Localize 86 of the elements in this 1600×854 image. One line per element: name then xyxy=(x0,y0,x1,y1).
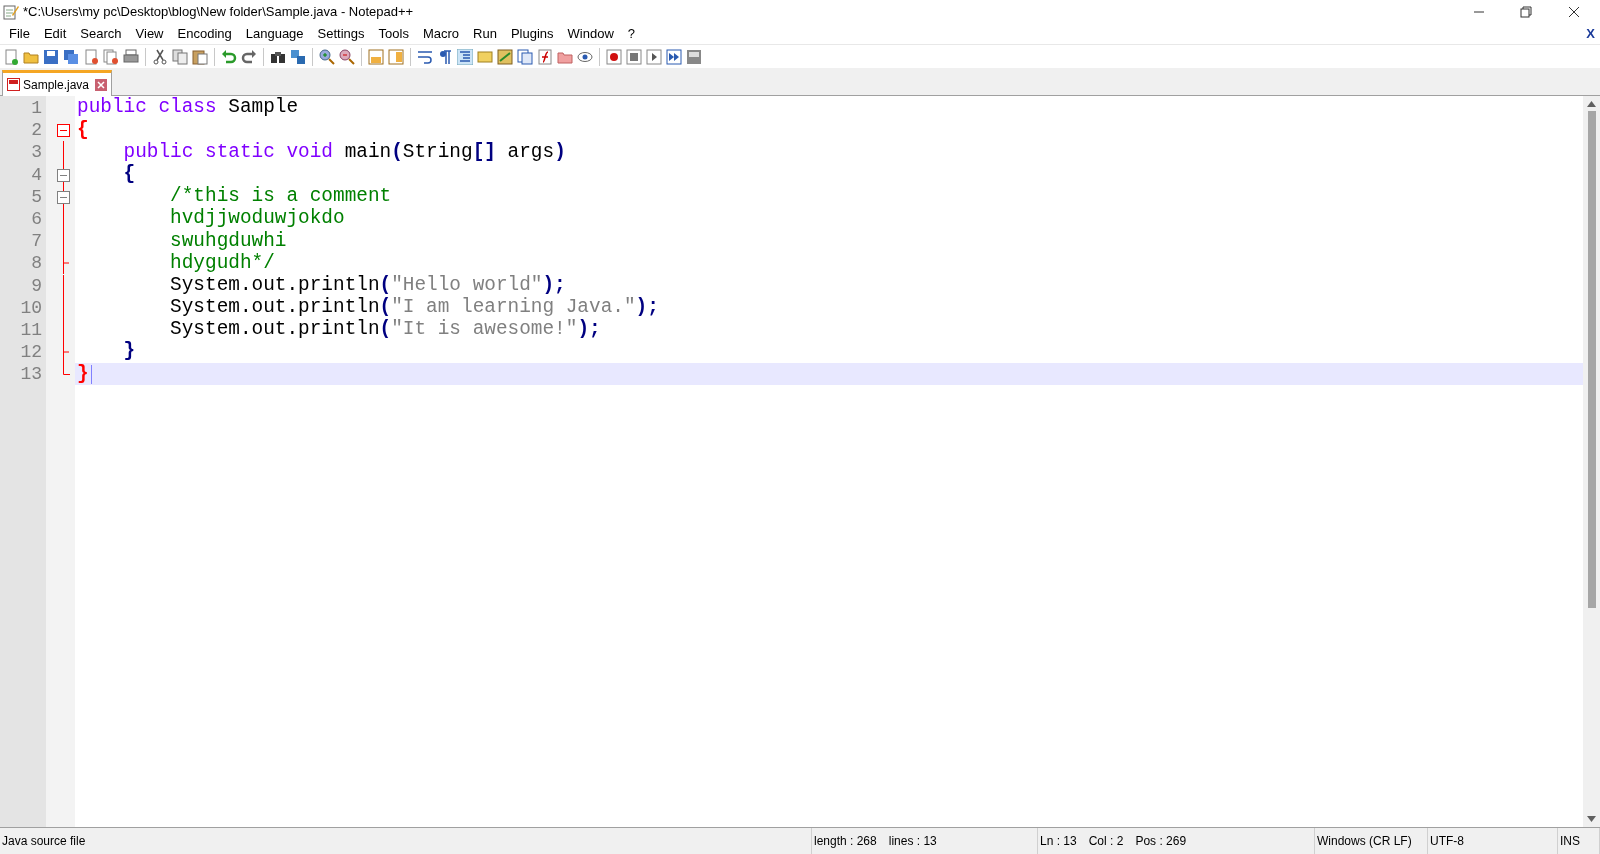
code-line: { xyxy=(122,164,136,185)
line-number: 3 xyxy=(31,143,42,162)
zoom-in-icon[interactable] xyxy=(319,48,335,65)
play-icon[interactable] xyxy=(646,48,662,65)
paste-icon[interactable] xyxy=(192,48,208,65)
status-text: lines : 13 xyxy=(888,833,937,850)
menu-item[interactable]: View xyxy=(128,23,171,44)
save-all-icon[interactable] xyxy=(63,48,79,65)
code-line: swuhgduwhi xyxy=(169,231,287,251)
code-line: public static void main(String[] args) xyxy=(122,142,566,163)
code-line: } xyxy=(122,342,136,362)
menu-item[interactable]: Tools xyxy=(371,23,416,44)
pilcrow-icon[interactable] xyxy=(437,48,453,65)
line-number: 7 xyxy=(31,232,42,251)
status-text: UTF-8 xyxy=(1430,833,1464,850)
indent-guide-icon[interactable] xyxy=(457,48,473,65)
code-line: System.out.println("Hello world"); xyxy=(169,275,566,296)
redo-icon[interactable] xyxy=(241,48,257,65)
line-number: 8 xyxy=(31,254,42,273)
menu-item[interactable]: Run xyxy=(466,23,504,44)
document-list-icon[interactable] xyxy=(517,48,533,65)
code-line: hdygudh*/ xyxy=(169,253,275,274)
save-macro-icon[interactable] xyxy=(686,48,702,65)
text-cursor xyxy=(90,364,92,384)
line-number: 12 xyxy=(20,343,42,362)
menu-item[interactable]: Macro xyxy=(415,23,467,44)
status-text: Pos : 269 xyxy=(1135,833,1187,850)
line-number: 9 xyxy=(31,276,42,295)
fold-end-mark xyxy=(63,252,69,275)
status-text: Windows (CR LF) xyxy=(1317,833,1412,850)
menu-item[interactable]: ? xyxy=(620,23,643,44)
record-icon[interactable] xyxy=(606,48,622,65)
save-icon xyxy=(7,78,20,91)
cut-icon[interactable] xyxy=(152,48,168,65)
line-number: 10 xyxy=(20,298,42,317)
line-number: 5 xyxy=(31,187,42,206)
code-line: hvdjjwoduwjokdo xyxy=(169,209,345,229)
code-line: } xyxy=(77,364,89,385)
code-line: System.out.println("I am learning Java."); xyxy=(169,298,659,318)
undo-icon[interactable] xyxy=(221,48,237,65)
line-number: 6 xyxy=(31,210,42,229)
line-number: 11 xyxy=(20,320,42,339)
fold-toggle-icon[interactable] xyxy=(57,190,70,204)
scroll-down-icon[interactable] xyxy=(1587,816,1596,822)
line-number: 13 xyxy=(20,365,42,384)
zoom-out-icon[interactable] xyxy=(339,48,355,65)
menu-item[interactable]: Window xyxy=(560,23,621,44)
line-number: 1 xyxy=(31,99,42,118)
menu-item[interactable]: Encoding xyxy=(170,23,239,44)
menu-item[interactable]: Language xyxy=(238,23,311,44)
vertical-scrollbar[interactable] xyxy=(1583,96,1600,827)
status-text: Java source file xyxy=(2,833,86,850)
window-title: *C:\Users\my pc\Desktop\blog\New folder\Sample.java - Notepad++ xyxy=(23,2,414,21)
notepad-icon xyxy=(3,3,19,20)
close-document-button[interactable]: X xyxy=(1586,23,1595,44)
fast-forward-icon[interactable] xyxy=(666,48,682,65)
status-text: Ln : 13 xyxy=(1040,833,1077,850)
menu-item[interactable]: Edit xyxy=(36,23,74,44)
code-line: System.out.println("It is awesome!"); xyxy=(169,320,601,340)
status-text: INS xyxy=(1560,833,1580,850)
code-line: { xyxy=(77,120,89,140)
status-text: length : 268 xyxy=(814,833,877,850)
file-tab[interactable]: Sample.java xyxy=(2,70,113,96)
scroll-up-icon[interactable] xyxy=(1587,101,1596,107)
scroll-thumb[interactable] xyxy=(1587,111,1596,608)
fold-toggle-icon[interactable] xyxy=(57,124,70,138)
stop-icon[interactable] xyxy=(626,48,642,65)
close-all-icon[interactable] xyxy=(103,48,119,65)
line-number: 2 xyxy=(31,121,42,140)
fold-toggle-icon[interactable] xyxy=(57,168,70,182)
menu-item[interactable]: Settings xyxy=(310,23,372,44)
menu-item[interactable]: Search xyxy=(73,23,129,44)
new-file-icon[interactable] xyxy=(3,48,19,65)
restore-icon[interactable] xyxy=(1520,5,1532,18)
code-line: /*this is a comment xyxy=(169,187,392,207)
menu-item[interactable]: File xyxy=(2,23,37,44)
save-icon[interactable] xyxy=(43,48,59,65)
menu-item[interactable]: Plugins xyxy=(503,23,561,44)
print-icon[interactable] xyxy=(123,48,139,65)
status-text: Col : 2 xyxy=(1088,833,1124,850)
code-line: public class Sample xyxy=(77,98,299,118)
word-wrap-icon[interactable] xyxy=(417,48,433,65)
close-icon[interactable] xyxy=(1568,5,1580,18)
close-file-icon[interactable] xyxy=(83,48,99,65)
function-list-icon[interactable] xyxy=(537,48,553,65)
line-number: 4 xyxy=(31,165,42,184)
